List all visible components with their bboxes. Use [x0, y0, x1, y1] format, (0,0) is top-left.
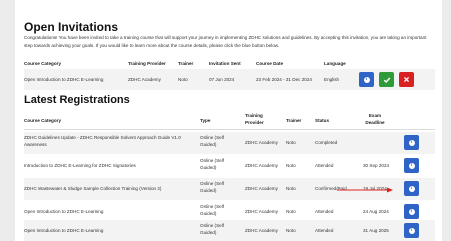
- info-icon: i: [408, 208, 415, 215]
- check-icon: [383, 77, 390, 83]
- reg-header-type: Type: [200, 118, 211, 123]
- inv-header-course-category: Course Category: [24, 61, 62, 66]
- header-divider: [24, 129, 435, 130]
- invitation-info-button[interactable]: i: [359, 72, 374, 87]
- reg-training-provider: ZDHC Academy: [245, 209, 278, 214]
- reg-exam-deadline: 30 Sep 2024: [363, 163, 390, 168]
- reg-status: Attended: [315, 163, 334, 168]
- annotation-arrow-icon: [337, 187, 393, 193]
- reg-trainer: Noto: [286, 186, 296, 191]
- reg-type: Online (Self Guided): [200, 223, 225, 235]
- registration-info-button[interactable]: i: [404, 204, 419, 219]
- registration-info-button[interactable]: i: [404, 158, 419, 173]
- reg-course-category: Introduction to ZDHC E-Learning for ZDHC…: [24, 163, 136, 168]
- reg-header-trainer: Trainer: [286, 118, 302, 123]
- registration-info-button[interactable]: i: [404, 181, 419, 196]
- info-icon: i: [408, 227, 415, 234]
- info-icon: i: [363, 76, 370, 83]
- invitation-intro-text: Congratulations! You have been invited t…: [24, 35, 427, 48]
- latest-registrations-title: Latest Registrations: [24, 94, 130, 106]
- info-icon: i: [408, 162, 415, 169]
- inv-header-invitation-sent: Invitation Sent: [209, 61, 241, 66]
- invitation-row: Open Introduction to ZDHC E-Learning ZDH…: [24, 69, 435, 90]
- decline-invitation-button[interactable]: [399, 72, 414, 87]
- info-icon: i: [408, 139, 415, 146]
- registration-info-button[interactable]: i: [404, 135, 419, 150]
- table-row: Open Introduction to ZDHC E-Learning Onl…: [24, 220, 435, 241]
- reg-course-category: ZDHC Wastewater & Sludge Sample Collecti…: [24, 186, 162, 191]
- registration-info-button[interactable]: i: [404, 223, 419, 238]
- reg-trainer: Noto: [286, 140, 296, 145]
- reg-course-category: Open Introduction to ZDHC E-Learning: [24, 228, 104, 233]
- inv-course-category: Open Introduction to ZDHC E-Learning: [24, 77, 104, 82]
- reg-training-provider: ZDHC Academy: [245, 140, 278, 145]
- reg-training-provider: ZDHC Academy: [245, 228, 278, 233]
- reg-training-provider: ZDHC Academy: [245, 163, 278, 168]
- inv-header-course-date: Course Date: [256, 61, 284, 66]
- reg-exam-deadline: 31 Aug 2025: [363, 228, 389, 233]
- reg-training-provider: ZDHC Academy: [245, 186, 278, 191]
- info-icon: i: [408, 185, 415, 192]
- inv-invitation-sent: 07 Jun 2024: [209, 77, 235, 82]
- reg-course-category: ZDHC Guidelines Update - ZDHC Responsibl…: [24, 135, 181, 147]
- reg-status: Attended: [315, 228, 334, 233]
- inv-header-trainer: Trainer: [178, 61, 194, 66]
- inv-trainer: Noto: [178, 77, 188, 82]
- table-row: ZDHC Guidelines Update - ZDHC Responsibl…: [24, 132, 435, 154]
- reg-header-status: Status: [315, 118, 330, 123]
- inv-header-language: Language: [324, 61, 346, 66]
- open-invitations-title: Open Invitations: [24, 20, 119, 34]
- close-icon: [403, 76, 410, 83]
- reg-header-course-category: Course Category: [24, 118, 62, 123]
- reg-header-exam-deadline: Exam Deadline: [365, 113, 385, 125]
- reg-trainer: Noto: [286, 209, 296, 214]
- table-row: Introduction to ZDHC E-Learning for ZDHC…: [24, 155, 435, 177]
- reg-type: Online (Self Guided): [200, 204, 225, 216]
- reg-type: Online (Self Guided): [200, 181, 225, 193]
- reg-header-training-provider: Training Provider: [245, 113, 264, 125]
- accept-invitation-button[interactable]: [379, 72, 394, 87]
- reg-status: Attended: [315, 209, 334, 214]
- reg-trainer: Noto: [286, 163, 296, 168]
- reg-course-category: Open Introduction to ZDHC E-Learning: [24, 209, 104, 214]
- reg-status: Completed: [315, 140, 338, 145]
- reg-type: Online (Self Guided): [200, 158, 225, 170]
- reg-exam-deadline: 24 Aug 2024: [363, 209, 389, 214]
- inv-course-date: 23 Feb 2024 - 31 Dec 2024: [256, 77, 312, 82]
- content-card: Open Invitations Congratulations! You ha…: [15, 0, 442, 241]
- reg-type: Online (Self Guided): [200, 135, 225, 147]
- inv-header-training-provider: Training Provider: [128, 61, 166, 66]
- inv-language: English: [324, 77, 340, 82]
- reg-trainer: Noto: [286, 228, 296, 233]
- inv-training-provider: ZDHC Academy: [128, 77, 161, 82]
